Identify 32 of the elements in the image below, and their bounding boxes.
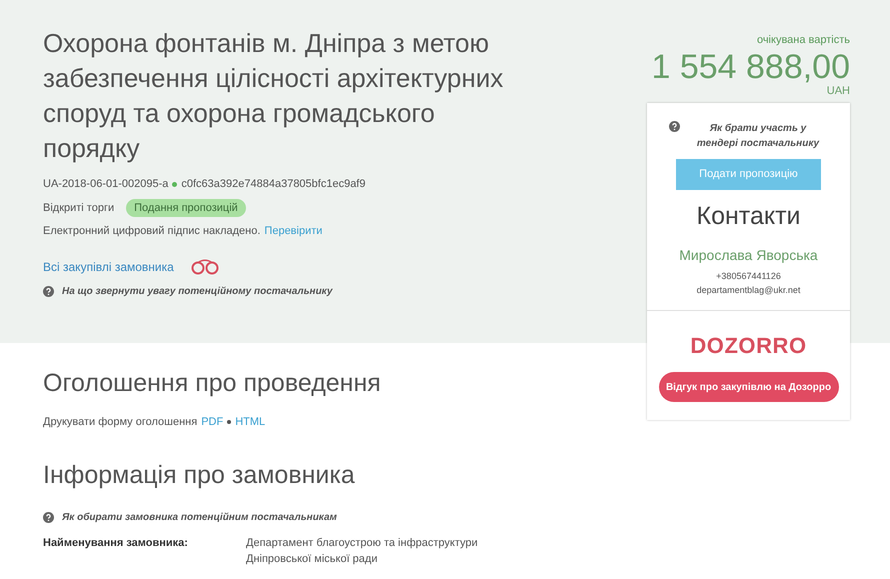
contact-phone: +380567441126 [716, 270, 781, 283]
tender-hash: c0fc63a392e74884a37805bfc1ec9af9 [181, 177, 366, 192]
contacts-title: Контакти [696, 200, 800, 232]
supplier-hint[interactable]: На що звернути увагу потенційному постачальнику [62, 284, 332, 298]
status-badge: Подання пропозицій [126, 198, 246, 217]
help-icon [43, 286, 54, 296]
contact-name: Мирослава Яворська [679, 246, 818, 265]
field-label: Найменування замовника: [43, 536, 189, 551]
dozorro-logo: DOZORRO [690, 332, 807, 360]
participation-hint[interactable]: Як брати участь у тендері постачальнику [688, 120, 828, 150]
procedure-type: Відкриті торги [43, 200, 114, 216]
verify-link[interactable]: Перевірити [264, 223, 322, 240]
submit-bid-button[interactable]: Подати пропозицію [676, 158, 821, 190]
price-amount: 1 554 888,00 [651, 48, 850, 84]
signature-text: Електронний цифровий підпис накладено. [43, 224, 260, 239]
tender-id: UA-2018-06-01-002095-a [43, 177, 168, 192]
tender-title: Охорона фонтанів м. Дніпра з метою забезпечення цілісності архітектурних споруд та охорона громадського порядку [43, 27, 504, 165]
announcement-title: Оголошення про проведення [43, 368, 382, 398]
print-label: Друкувати форму оголошення [43, 415, 198, 430]
buyer-tenders-link[interactable]: Всі закупівлі замовника [43, 258, 174, 276]
print-format-link[interactable]: PDF [201, 414, 224, 430]
print-format-link[interactable]: HTML [235, 414, 266, 430]
buyer-hint[interactable]: Як обирати замовника потенційним постачальникам [62, 510, 337, 525]
field-value: Департамент благоустрою та інфраструктури Дніпровської міської ради [246, 536, 479, 567]
price-label: очікувана вартість [756, 33, 850, 48]
help-icon [669, 120, 680, 132]
help-icon [43, 512, 54, 523]
binoculars-icon [190, 258, 220, 274]
buyer-title: Інформація про замовника [43, 460, 356, 490]
feedback-button[interactable]: Відгук про закупівлю на Дозорро [658, 372, 838, 402]
contact-email: departamentblag@ukr.net [696, 284, 800, 297]
currency: UAH [826, 84, 850, 96]
